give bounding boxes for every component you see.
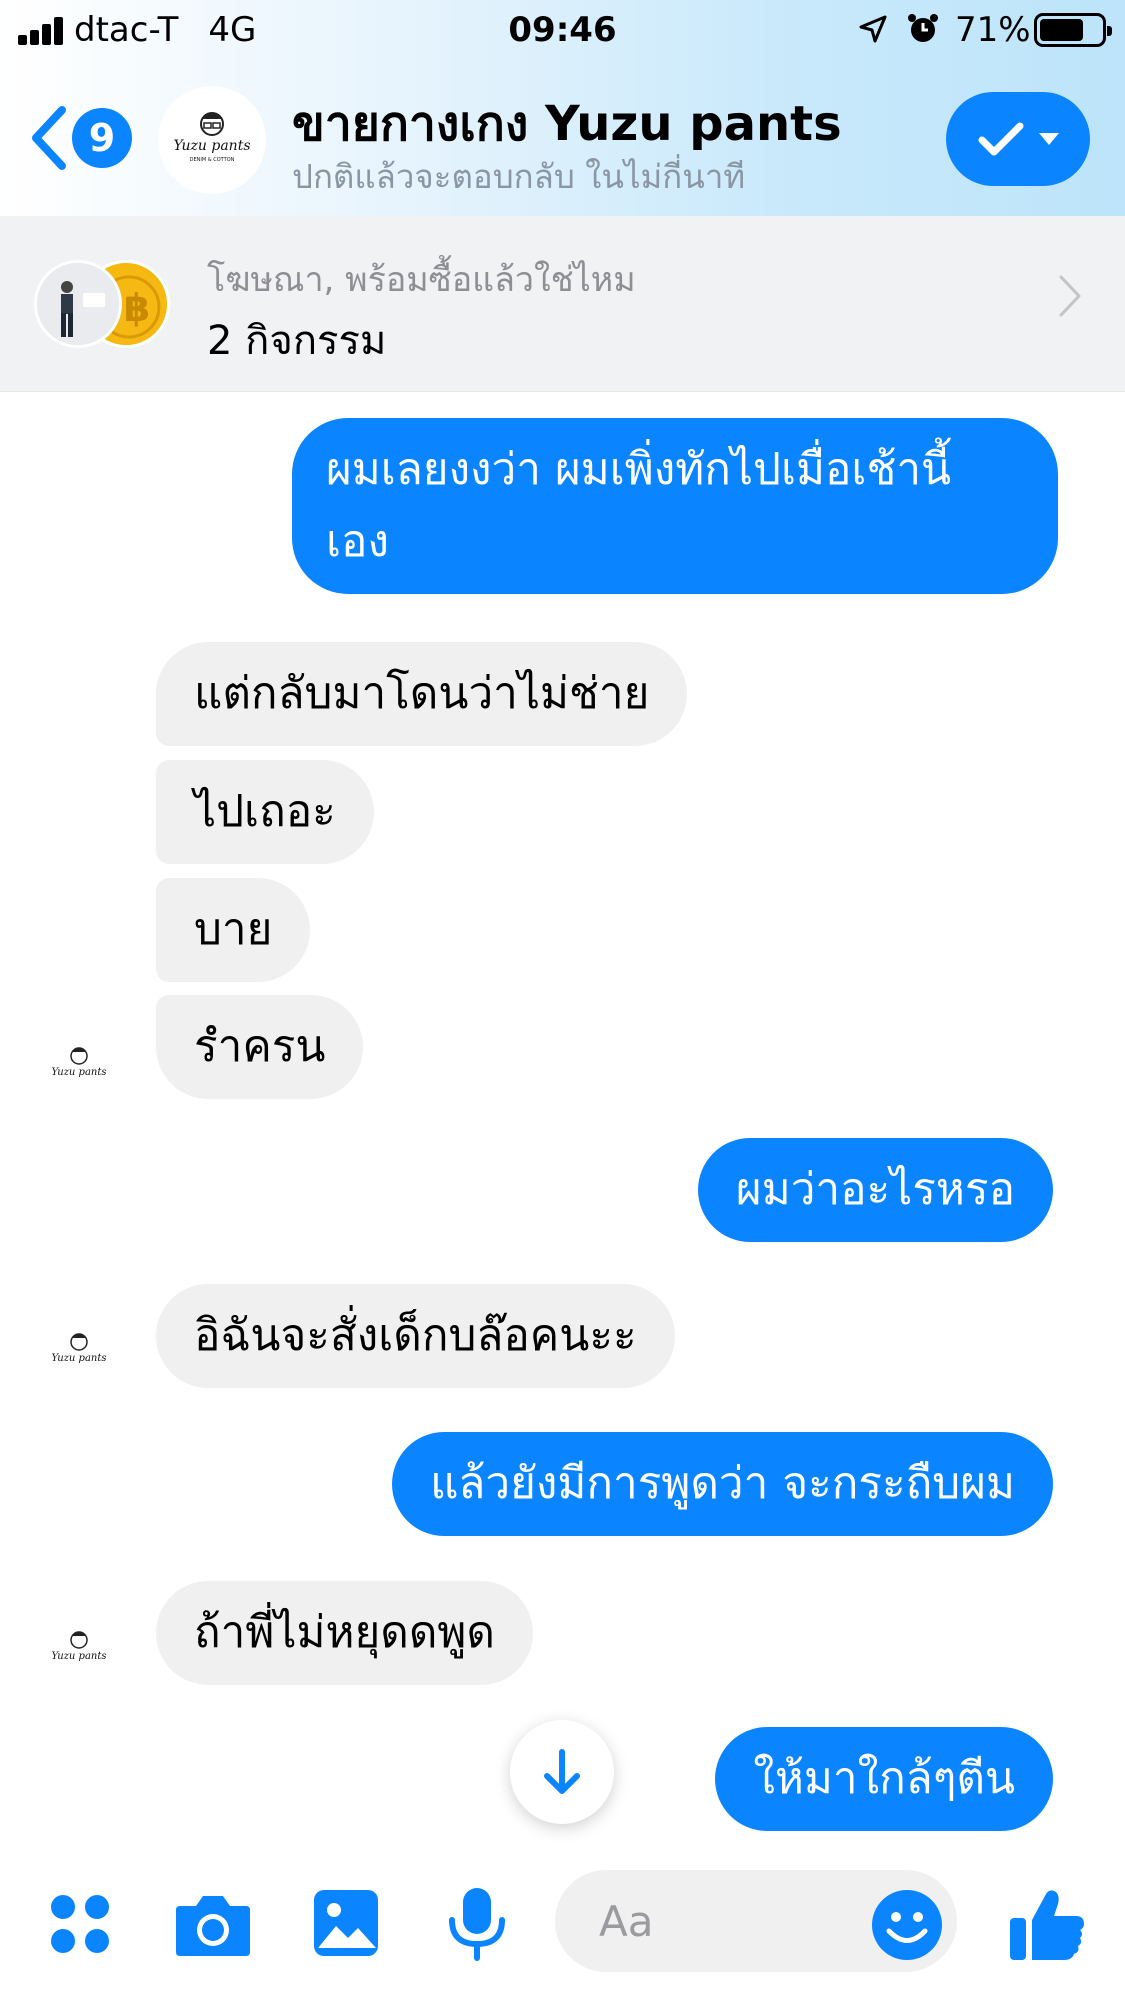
sender-avatar[interactable]: Yuzu pants <box>42 1614 116 1688</box>
composer-bar <box>0 1846 1125 2001</box>
camera-icon[interactable] <box>174 1890 252 1958</box>
photo-icon[interactable] <box>312 1888 380 1958</box>
top-header: dtac-T 4G 09:46 71% 9 Yuzu pants DENIM &… <box>0 0 1125 216</box>
svg-text:฿: ฿ <box>124 286 150 330</box>
microphone-icon[interactable] <box>446 1886 508 1962</box>
apps-icon[interactable] <box>48 1892 112 1956</box>
checkmark-icon <box>978 122 1024 156</box>
yuzu-logo-icon: Yuzu pants DENIM & COTTON <box>173 112 251 163</box>
outgoing-message[interactable]: ผมว่าอะไรหรอ <box>697 1138 1053 1242</box>
back-button[interactable]: 9 <box>28 100 138 176</box>
status-bar: dtac-T 4G 09:46 71% <box>0 0 1125 62</box>
sender-avatar[interactable]: Yuzu pants <box>42 1030 116 1104</box>
message-input[interactable] <box>599 1890 819 1952</box>
yuzu-logo-icon: Yuzu pants <box>51 1047 107 1078</box>
location-arrow-icon <box>859 15 887 43</box>
outgoing-message[interactable]: ผมเลยงงว่า ผมเพิ่งทักไปเมื่อเช้านี้ เอง <box>292 418 1058 594</box>
sender-avatar[interactable]: Yuzu pants <box>42 1316 116 1390</box>
response-time-subtitle: ปกติแล้วจะตอบกลับ ในไม่กี่นาที <box>292 157 746 196</box>
incoming-message[interactable]: บาย <box>156 878 311 982</box>
incoming-message[interactable]: อิฉันจะสั่งเด็กบล๊อคนะะ <box>156 1284 675 1388</box>
chevron-right-icon <box>1059 275 1081 317</box>
ad-activity-count: 2 กิจกรรม <box>207 318 387 364</box>
alarm-icon <box>908 14 938 42</box>
svg-text:DENIM & COTTON: DENIM & COTTON <box>190 157 235 163</box>
battery-icon <box>1034 13 1112 47</box>
outgoing-message[interactable]: ให้มาใกล้ๆตีน <box>715 1727 1053 1831</box>
ad-label: โฆษณา, พร้อมซื้อแล้วใช่ไหม <box>207 260 636 300</box>
battery-level <box>1040 19 1083 41</box>
emoji-icon[interactable] <box>870 1888 944 1962</box>
yuzu-logo-icon: Yuzu pants <box>51 1631 107 1662</box>
incoming-message[interactable]: รำครน <box>156 995 364 1099</box>
incoming-message[interactable]: ไปเถอะ <box>156 760 374 864</box>
incoming-message[interactable]: ถ้าพี่ไม่หยุดดพูด <box>156 1581 533 1685</box>
svg-text:Yuzu pants: Yuzu pants <box>51 1353 106 1364</box>
scroll-to-bottom-button[interactable] <box>510 1720 614 1824</box>
battery-percent: 71% <box>955 10 1031 50</box>
unread-badge: 9 <box>72 108 132 168</box>
arrow-down-icon <box>544 1749 580 1794</box>
yuzu-logo-icon: Yuzu pants <box>51 1333 107 1364</box>
incoming-message[interactable]: แต่กลับมาโดนว่าไม่ช่าย <box>156 642 688 746</box>
product-photo-image <box>34 260 122 348</box>
svg-text:Yuzu pants: Yuzu pants <box>51 1651 106 1662</box>
page-avatar[interactable]: Yuzu pants DENIM & COTTON <box>158 86 266 194</box>
svg-text:Yuzu pants: Yuzu pants <box>173 138 250 154</box>
ad-banner[interactable]: ฿ โฆษณา, พร้อมซื้อแล้วใช่ไหม 2 กิจกรรม <box>0 216 1125 392</box>
chevron-left-icon <box>32 106 66 170</box>
outgoing-message[interactable]: แล้วยังมีการพูดว่า จะกระถืบผม <box>392 1432 1053 1536</box>
mark-done-button[interactable] <box>946 92 1090 186</box>
thumbs-up-icon[interactable] <box>1008 1886 1086 1962</box>
svg-text:Yuzu pants: Yuzu pants <box>51 1067 106 1078</box>
chevron-down-icon <box>1039 133 1059 145</box>
